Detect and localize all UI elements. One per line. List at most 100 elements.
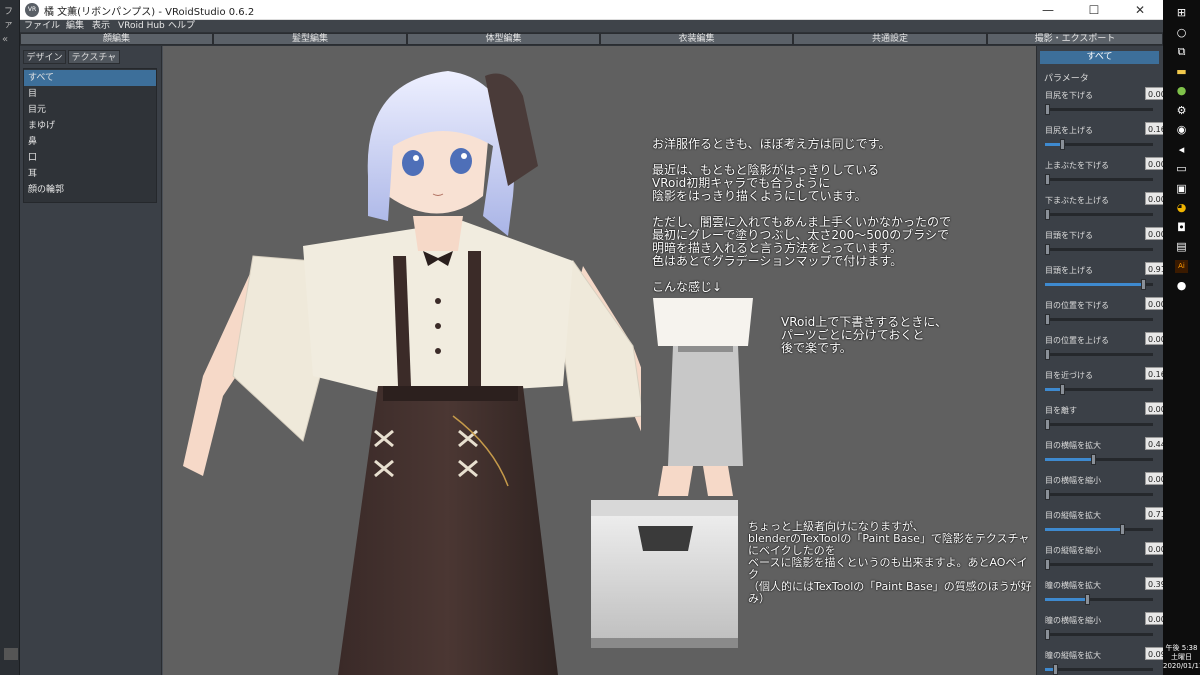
parameter-value-input[interactable]: 0.00 — [1145, 157, 1163, 170]
parameter-value-input[interactable]: 0.00 — [1145, 87, 1163, 100]
parameter-value-input[interactable]: 0.00 — [1145, 612, 1163, 625]
tab-common-settings[interactable]: 共通設定 — [793, 33, 987, 45]
task-view-icon[interactable]: ⧉ — [1175, 45, 1188, 58]
parameter-slider[interactable] — [1045, 244, 1153, 255]
tab-all[interactable]: すべて — [1040, 51, 1159, 64]
button-1 — [435, 298, 441, 304]
minimize-button[interactable]: — — [1025, 0, 1071, 20]
parameter-label: 瞳の横幅を拡大 — [1045, 581, 1101, 590]
parameter-slider[interactable] — [1045, 454, 1153, 465]
parameter-value-input[interactable]: 0.00 — [1145, 542, 1163, 555]
parameter-value-input[interactable]: 0.91 — [1145, 262, 1163, 275]
subtab-texture[interactable]: テクスチャ — [68, 50, 120, 64]
app-chat-icon[interactable]: ◘ — [1175, 221, 1188, 234]
category-item-eye-area[interactable]: 目元 — [24, 102, 156, 118]
category-item-mouth[interactable]: 口 — [24, 150, 156, 166]
parameter-slider[interactable] — [1045, 559, 1153, 570]
close-button[interactable]: ✕ — [1117, 0, 1163, 20]
menu-help[interactable]: ヘルプ — [168, 20, 195, 32]
slider-thumb[interactable] — [1045, 314, 1050, 325]
app-dark-icon[interactable]: ▣ — [1175, 182, 1188, 195]
tab-outfit-edit[interactable]: 衣装編集 — [600, 33, 793, 45]
tab-hair-edit[interactable]: 髪型編集 — [213, 33, 407, 45]
slider-thumb[interactable] — [1141, 279, 1147, 290]
parameter-row: 目尻を下げる 0.00 — [1037, 87, 1163, 125]
slider-thumb[interactable] — [1045, 559, 1050, 570]
chrome-icon[interactable]: ◕ — [1175, 201, 1188, 214]
slider-thumb[interactable] — [1119, 524, 1125, 535]
parameter-value-input[interactable]: 0.09 — [1145, 647, 1163, 660]
menu-edit[interactable]: 編集 — [66, 20, 84, 32]
collapse-icon[interactable]: « — [2, 34, 8, 45]
parameter-value-input[interactable]: 0.00 — [1145, 472, 1163, 485]
3d-viewport[interactable]: お洋服作るときも、ほぼ考え方は同じです。 最近は、もともと陰影がはっきりしている… — [163, 46, 1036, 675]
steam-icon[interactable]: ◉ — [1175, 123, 1188, 136]
parameter-value-input[interactable]: 0.00 — [1145, 227, 1163, 240]
slider-thumb[interactable] — [1045, 629, 1050, 640]
category-item-eye[interactable]: 目 — [24, 86, 156, 102]
menu-file[interactable]: ファイル — [24, 20, 60, 32]
parameter-slider[interactable] — [1045, 489, 1153, 500]
windows-icon[interactable]: ⊞ — [1175, 6, 1188, 19]
slider-thumb[interactable] — [1052, 664, 1058, 675]
parameter-slider[interactable] — [1045, 349, 1153, 360]
tab-face-edit[interactable]: 顔編集 — [20, 33, 213, 45]
app-blue-icon[interactable]: ▤ — [1175, 240, 1188, 253]
parameter-slider[interactable] — [1045, 419, 1153, 430]
illustrator-icon[interactable]: Ai — [1175, 259, 1188, 273]
parameter-value-input[interactable]: 0.16 — [1145, 367, 1163, 380]
folder-icon[interactable]: ▬ — [1175, 65, 1188, 78]
parameter-slider[interactable] — [1045, 384, 1153, 395]
slider-thumb[interactable] — [1060, 384, 1066, 395]
slider-thumb[interactable] — [1045, 244, 1050, 255]
category-item-face-outline[interactable]: 顔の輪郭 — [24, 182, 156, 198]
maximize-button[interactable]: ☐ — [1071, 0, 1117, 20]
category-item-eyebrow[interactable]: まゆげ — [24, 118, 156, 134]
parameter-slider[interactable] — [1045, 139, 1153, 150]
slider-thumb[interactable] — [1090, 454, 1096, 465]
menu-view[interactable]: 表示 — [92, 20, 110, 32]
cortana-icon[interactable]: ○ — [1175, 26, 1188, 39]
parameter-slider[interactable] — [1045, 664, 1153, 675]
parameter-value-input[interactable]: 0.39 — [1145, 577, 1163, 590]
parameter-value-input[interactable]: 0.00 — [1145, 297, 1163, 310]
slider-thumb[interactable] — [1045, 349, 1050, 360]
slider-thumb[interactable] — [1045, 174, 1050, 185]
parameter-value-input[interactable]: 0.16 — [1145, 122, 1163, 135]
baked-texture-image — [591, 500, 738, 648]
settings-icon[interactable]: ⚙ — [1175, 104, 1188, 117]
menu-vroid-hub[interactable]: VRoid Hub — [118, 20, 165, 32]
parameter-slider[interactable] — [1045, 314, 1153, 325]
tab-photo-export[interactable]: 撮影・エクスポート — [987, 33, 1163, 45]
subtab-design[interactable]: デザイン — [23, 50, 66, 64]
vroid-icon[interactable]: ● — [1175, 279, 1188, 292]
category-item-all[interactable]: すべて — [24, 70, 156, 86]
parts-preview-image — [641, 298, 761, 496]
parameter-value-input[interactable]: 0.00 — [1145, 332, 1163, 345]
slider-thumb[interactable] — [1060, 139, 1066, 150]
parameter-slider[interactable] — [1045, 629, 1153, 640]
volume-icon[interactable]: ◂ — [1175, 143, 1188, 156]
parameter-slider[interactable] — [1045, 209, 1153, 220]
parameter-slider[interactable] — [1045, 524, 1153, 535]
parameter-value-input[interactable]: 0.44 — [1145, 437, 1163, 450]
tab-body-edit[interactable]: 体型編集 — [407, 33, 600, 45]
slider-thumb[interactable] — [1085, 594, 1091, 605]
category-item-ear[interactable]: 耳 — [24, 166, 156, 182]
parameter-slider[interactable] — [1045, 174, 1153, 185]
parameter-value-input[interactable]: 0.71 — [1145, 507, 1163, 520]
slider-thumb[interactable] — [1045, 104, 1050, 115]
parameter-value-input[interactable]: 0.00 — [1145, 192, 1163, 205]
parameter-slider[interactable] — [1045, 279, 1153, 290]
app-green-icon[interactable]: ● — [1175, 84, 1188, 97]
slider-thumb[interactable] — [1045, 209, 1050, 220]
category-item-nose[interactable]: 鼻 — [24, 134, 156, 150]
clock[interactable]: 午後 5:38 土曜日 2020/01/11 — [1163, 644, 1200, 671]
title-bar[interactable]: VR 橘 文薫(リボンパンプス) - VRoidStudio 0.6.2 — ☐… — [20, 0, 1163, 20]
parameter-slider[interactable] — [1045, 594, 1153, 605]
slider-thumb[interactable] — [1045, 489, 1050, 500]
network-icon[interactable]: ▭ — [1175, 162, 1188, 175]
slider-thumb[interactable] — [1045, 419, 1050, 430]
parameter-slider[interactable] — [1045, 104, 1153, 115]
parameter-value-input[interactable]: 0.00 — [1145, 402, 1163, 415]
